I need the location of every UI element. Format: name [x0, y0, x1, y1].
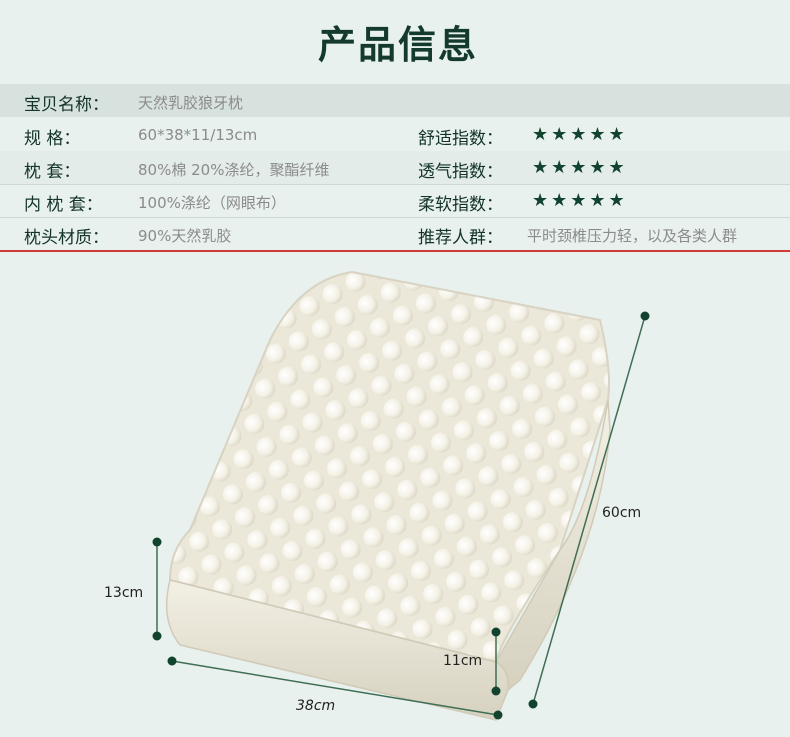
audience-label: 推荐人群： [418, 228, 503, 248]
info-row-inner-cover: 内 枕 套： 100%涤纶（网眼布） 柔软指数： ★★★★★ [0, 184, 790, 218]
softness-stars: ★★★★★ [532, 190, 628, 211]
name-value: 天然乳胶狼牙枕 [138, 94, 244, 112]
inner-cover-value: 100%涤纶（网眼布） [138, 194, 286, 212]
length-start-dot [640, 311, 650, 321]
info-row-spec: 规 格： 60*38*11/13cm 舒适指数： ★★★★★ [0, 118, 790, 152]
inner-cover-label: 内 枕 套： [24, 195, 103, 215]
comfort-stars: ★★★★★ [532, 124, 628, 145]
width-label: 38cm [296, 698, 336, 714]
name-label: 宝贝名称： [24, 95, 109, 115]
cover-label: 枕 套： [24, 162, 81, 182]
width-start-dot [167, 656, 177, 666]
width-end-dot [493, 710, 503, 720]
spec-label: 规 格： [24, 129, 81, 149]
height-low-top-dot [491, 627, 501, 637]
height-low-bottom-dot [491, 686, 501, 696]
pillow-illustration: 60cm 38cm 13cm 11cm [0, 250, 790, 733]
info-row-material: 枕头材质： 90%天然乳胶 推荐人群： 平时颈椎压力轻，以及各类人群 [0, 217, 790, 252]
breathability-stars: ★★★★★ [532, 157, 628, 178]
info-row-cover: 枕 套： 80%棉 20%涤纶，聚酯纤维 透气指数： ★★★★★ [0, 151, 790, 185]
length-label: 60cm [602, 505, 642, 521]
height-high-label: 13cm [104, 585, 144, 601]
product-info-page: 产品信息 宝贝名称： 天然乳胶狼牙枕 规 格： 60*38*11/13cm 舒适… [0, 0, 790, 733]
info-row-name: 宝贝名称： 天然乳胶狼牙枕 [0, 84, 790, 117]
height-high-bottom-dot [152, 631, 162, 641]
height-high-top-dot [152, 537, 162, 547]
material-value: 90%天然乳胶 [138, 227, 232, 245]
softness-label: 柔软指数： [418, 195, 503, 215]
height-low-label: 11cm [443, 653, 483, 669]
length-end-dot [528, 699, 538, 709]
pillow-drawing [152, 270, 650, 721]
material-label: 枕头材质： [24, 228, 109, 248]
cover-value: 80%棉 20%涤纶，聚酯纤维 [138, 161, 330, 179]
spec-value: 60*38*11/13cm [138, 126, 258, 144]
title-area: 产品信息 [300, 16, 496, 67]
audience-value: 平时颈椎压力轻，以及各类人群 [527, 227, 738, 245]
breathability-label: 透气指数： [418, 162, 503, 182]
comfort-label: 舒适指数： [418, 129, 503, 149]
product-info-table: 宝贝名称： 天然乳胶狼牙枕 规 格： 60*38*11/13cm 舒适指数： ★… [0, 84, 790, 252]
page-title: 产品信息 [317, 22, 478, 67]
